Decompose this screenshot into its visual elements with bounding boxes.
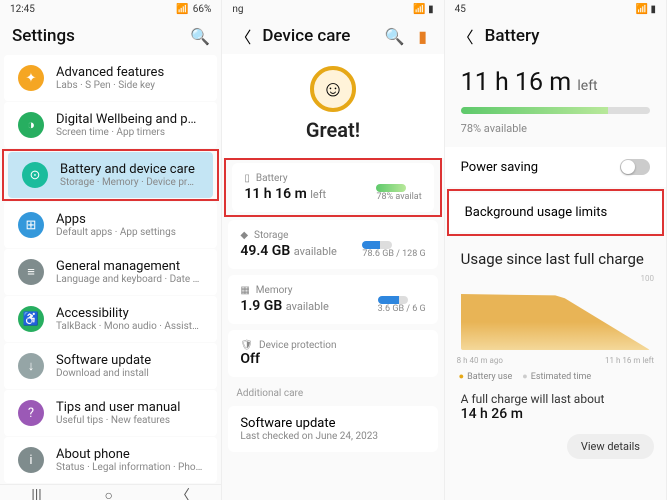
recents-button[interactable]: ||| <box>31 487 41 500</box>
settings-item[interactable]: ? Tips and user manualUseful tips · New f… <box>4 390 217 436</box>
status-text: Great! <box>306 118 360 142</box>
home-button[interactable]: ○ <box>105 487 113 500</box>
settings-item[interactable]: ⊞ AppsDefault apps · App settings <box>4 202 217 248</box>
status-bar: ng📶 ▮ <box>222 0 443 18</box>
back-icon[interactable]: 〈 <box>234 27 252 45</box>
shield-icon: 🛡 <box>240 340 253 351</box>
page-title: Battery <box>485 26 654 46</box>
item-icon: ◑ <box>18 112 44 138</box>
view-details-button[interactable]: View details <box>567 434 654 459</box>
android-navbar: ||| ○ 〈 <box>0 484 221 500</box>
item-icon: ≡ <box>18 259 44 285</box>
bars-icon[interactable]: ▮ <box>414 27 432 45</box>
forecast: A full charge will last about 14 h 26 m <box>445 386 666 428</box>
page-title: Settings <box>12 26 181 46</box>
battery-screen: 45📶 ▮ 〈 Battery 11 h 16 m left 78% avail… <box>445 0 667 500</box>
item-subtitle: Language and keyboard · Date and time <box>56 274 203 285</box>
storage-card[interactable]: ◆Storage 49.4 GB available 78.6 GB / 128… <box>228 220 437 269</box>
battery-bar <box>376 184 406 192</box>
usage-title: Usage since last full charge <box>445 236 666 276</box>
item-icon: ↓ <box>18 353 44 379</box>
item-icon: ⊞ <box>18 212 44 238</box>
settings-screen: 12:45 📶 66% Settings 🔍 ✦ Advanced feature… <box>0 0 222 500</box>
item-subtitle: Labs · S Pen · Side key <box>56 80 203 91</box>
chart-axis: 8 h 40 m ago11 h 16 m left <box>445 354 666 367</box>
settings-item[interactable]: ♿ AccessibilityTalkBack · Mono audio · As… <box>4 296 217 342</box>
chart-legend: Battery use Estimated time <box>445 367 666 386</box>
battery-pct: 78% available <box>445 120 666 145</box>
item-icon: ⊙ <box>22 162 48 188</box>
back-button[interactable]: 〈 <box>176 485 190 500</box>
bg-usage-limits-row[interactable]: Background usage limits <box>449 193 662 232</box>
highlight-bg-limits: Background usage limits <box>447 189 664 236</box>
search-icon[interactable]: 🔍 <box>386 27 404 45</box>
additional-care-label: Additional care <box>222 380 443 403</box>
memory-icon: ▦ <box>240 285 249 296</box>
software-update-card[interactable]: Software update Last checked on June 24,… <box>228 406 437 452</box>
item-icon: ✦ <box>18 65 44 91</box>
item-title: Battery and device care <box>60 162 199 177</box>
back-icon[interactable]: 〈 <box>457 27 475 45</box>
item-title: Apps <box>56 212 203 227</box>
battery-icon: ▯ <box>244 173 250 184</box>
settings-header: Settings 🔍 <box>0 18 221 54</box>
item-subtitle: TalkBack · Mono audio · Assistant menu <box>56 321 203 332</box>
time-remaining: 11 h 16 m left <box>445 54 666 101</box>
status-icons: 📶 66% <box>176 4 211 15</box>
memory-card[interactable]: ▦Memory 1.9 GB available 3.6 GB / 6 G <box>228 275 437 324</box>
settings-item[interactable]: ⊙ Battery and device careStorage · Memory… <box>8 152 213 198</box>
item-title: Software update <box>56 353 203 368</box>
power-saving-toggle[interactable] <box>620 159 650 175</box>
settings-item[interactable]: ↓ Software updateDownload and install <box>4 343 217 389</box>
battery-header: 〈 Battery <box>445 18 666 54</box>
item-title: Tips and user manual <box>56 400 203 415</box>
page-title: Device care <box>262 26 375 46</box>
settings-item[interactable]: ✦ Advanced featuresLabs · S Pen · Side ke… <box>4 55 217 101</box>
item-subtitle: Default apps · App settings <box>56 227 203 238</box>
item-subtitle: Storage · Memory · Device protection <box>60 177 199 188</box>
status-bar: 45📶 ▮ <box>445 0 666 18</box>
protection-card[interactable]: 🛡Device protection Off <box>228 330 437 377</box>
item-title: About phone <box>56 447 203 462</box>
status-face: ☺ Great! <box>222 54 443 158</box>
settings-item[interactable]: ≡ General managementLanguage and keyboard… <box>4 249 217 295</box>
storage-icon: ◆ <box>240 230 248 241</box>
search-icon[interactable]: 🔍 <box>191 27 209 45</box>
item-subtitle: Download and install <box>56 368 203 379</box>
power-saving-row[interactable]: Power saving <box>445 147 666 187</box>
battery-progress <box>461 107 650 114</box>
highlight-battery: ▯Battery 11 h 16 m left 78% availat <box>224 158 441 217</box>
item-subtitle: Status · Legal information · Phone name <box>56 462 203 473</box>
item-subtitle: Screen time · App timers <box>56 127 203 138</box>
item-title: Advanced features <box>56 65 203 80</box>
item-icon: ? <box>18 400 44 426</box>
battery-value: 11 h 16 m left <box>244 186 326 202</box>
item-title: Accessibility <box>56 306 203 321</box>
item-subtitle: Useful tips · New features <box>56 415 203 426</box>
battery-card[interactable]: ▯Battery 11 h 16 m left 78% availat <box>232 163 433 212</box>
device-care-screen: ng📶 ▮ 〈 Device care 🔍 ▮ ☺ Great! ▯Batter… <box>222 0 444 500</box>
status-bar: 12:45 📶 66% <box>0 0 221 18</box>
usage-chart <box>461 280 650 350</box>
device-care-header: 〈 Device care 🔍 ▮ <box>222 18 443 54</box>
item-title: General management <box>56 259 203 274</box>
memory-bar <box>378 296 408 304</box>
settings-list: ✦ Advanced featuresLabs · S Pen · Side ke… <box>0 54 221 484</box>
item-title: Digital Wellbeing and parental controls <box>56 112 203 127</box>
storage-bar <box>362 241 392 249</box>
settings-item[interactable]: i About phoneStatus · Legal information ·… <box>4 437 217 483</box>
item-icon: ♿ <box>18 306 44 332</box>
smile-icon: ☺ <box>310 66 356 112</box>
item-icon: i <box>18 447 44 473</box>
clock: 12:45 <box>10 4 35 15</box>
settings-item[interactable]: ◑ Digital Wellbeing and parental controls… <box>4 102 217 148</box>
